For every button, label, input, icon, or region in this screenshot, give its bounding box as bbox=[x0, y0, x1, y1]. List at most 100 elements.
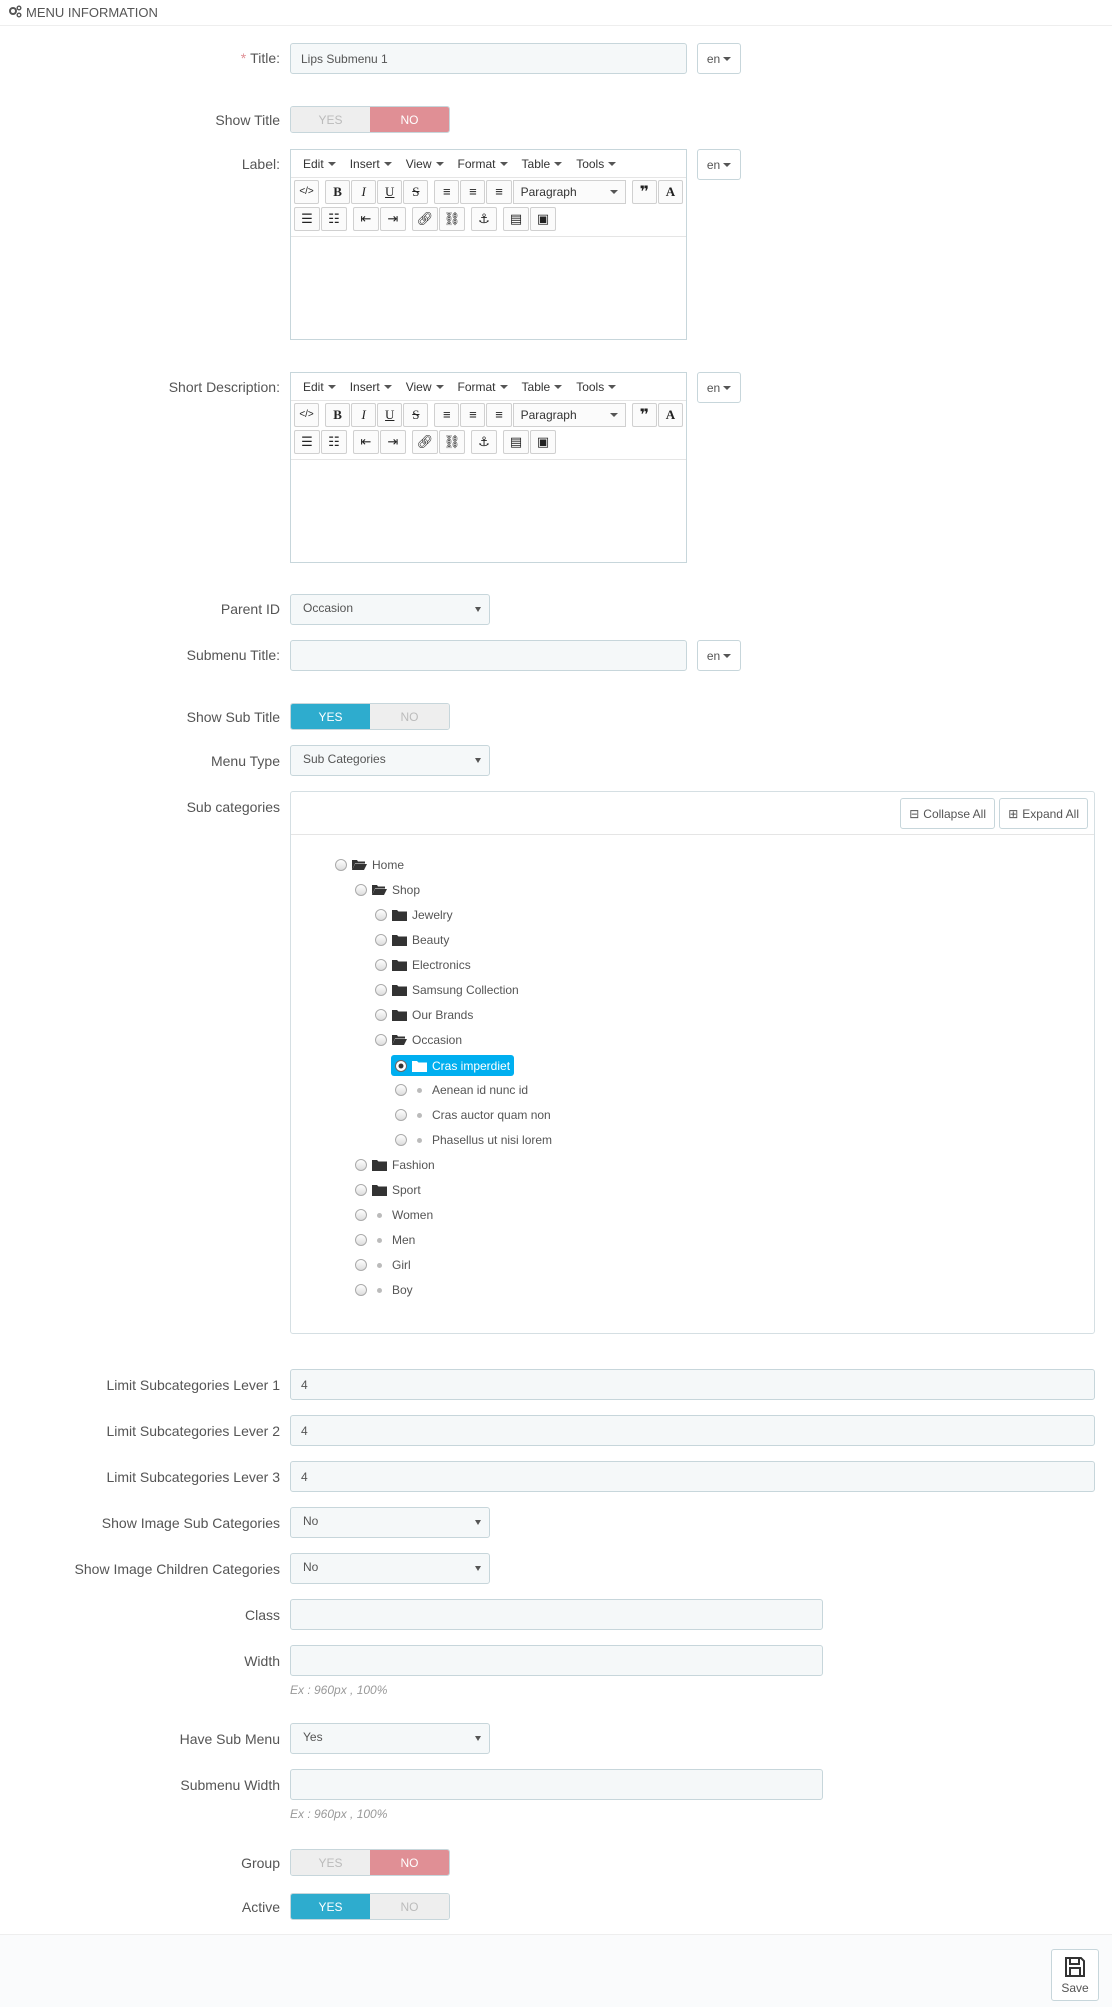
block-format-select[interactable]: Paragraph bbox=[512, 179, 626, 204]
collapse-all-button[interactable]: ⊟ Collapse All bbox=[900, 798, 995, 829]
short-description-editor[interactable]: Edit Insert View Format Table Tools </> … bbox=[290, 372, 687, 563]
block-format-select[interactable]: Paragraph bbox=[512, 402, 626, 427]
submenu-width-input[interactable] bbox=[290, 1769, 823, 1800]
group-no[interactable]: NO bbox=[370, 1850, 449, 1875]
radio[interactable] bbox=[375, 959, 387, 971]
show-image-children-select[interactable]: No bbox=[290, 1553, 490, 1584]
menu-edit[interactable]: Edit bbox=[297, 380, 342, 394]
radio[interactable] bbox=[395, 1134, 407, 1146]
bold-icon[interactable]: B bbox=[324, 179, 351, 204]
link-icon[interactable]: 🔗︎ bbox=[412, 429, 438, 454]
menu-table[interactable]: Table bbox=[516, 157, 569, 171]
tree-node-electronics[interactable]: Electronics bbox=[375, 955, 471, 975]
tree-node-sport[interactable]: Sport bbox=[355, 1180, 421, 1200]
class-input[interactable] bbox=[290, 1599, 823, 1630]
outdent-icon[interactable]: ⇤ bbox=[353, 429, 379, 454]
radio[interactable] bbox=[375, 1034, 387, 1046]
label-editor[interactable]: Edit Insert View Format Table Tools </> … bbox=[290, 149, 687, 340]
radio[interactable] bbox=[375, 984, 387, 996]
radio[interactable] bbox=[375, 934, 387, 946]
align-right-icon[interactable]: ≡ bbox=[486, 402, 512, 427]
short-description-lang-button[interactable]: en bbox=[697, 372, 741, 403]
radio[interactable] bbox=[395, 1084, 407, 1096]
radio[interactable] bbox=[355, 1234, 367, 1246]
blockquote-icon[interactable]: ❞ bbox=[631, 402, 657, 427]
bullet-list-icon[interactable]: ☰ bbox=[294, 429, 320, 454]
bold-icon[interactable]: B bbox=[324, 402, 351, 427]
align-right-icon[interactable]: ≡ bbox=[486, 179, 512, 204]
strikethrough-icon[interactable]: S bbox=[403, 402, 429, 427]
width-input[interactable] bbox=[290, 1645, 823, 1676]
menu-tools[interactable]: Tools bbox=[570, 380, 622, 394]
outdent-icon[interactable]: ⇤ bbox=[353, 206, 379, 231]
radio[interactable] bbox=[375, 909, 387, 921]
menu-tools[interactable]: Tools bbox=[570, 157, 622, 171]
menu-insert[interactable]: Insert bbox=[344, 157, 398, 171]
title-lang-button[interactable]: en bbox=[697, 43, 741, 74]
group-switch[interactable]: YES NO bbox=[290, 1849, 450, 1876]
radio[interactable] bbox=[355, 1284, 367, 1296]
indent-icon[interactable]: ⇥ bbox=[380, 206, 406, 231]
tree-node-girl[interactable]: Girl bbox=[355, 1255, 411, 1275]
numbered-list-icon[interactable]: ☷ bbox=[321, 206, 347, 231]
tree-node-boy[interactable]: Boy bbox=[355, 1280, 413, 1300]
anchor-icon[interactable]: ⚓︎ bbox=[471, 429, 497, 454]
radio[interactable] bbox=[335, 859, 347, 871]
image-icon[interactable]: ▣ bbox=[530, 429, 556, 454]
show-title-no[interactable]: NO bbox=[370, 107, 449, 132]
tree-node-beauty[interactable]: Beauty bbox=[375, 930, 449, 950]
underline-icon[interactable]: U bbox=[377, 402, 403, 427]
image-icon[interactable]: ▣ bbox=[530, 206, 556, 231]
show-sub-title-no[interactable]: NO bbox=[370, 704, 449, 729]
link-icon[interactable]: 🔗︎ bbox=[412, 206, 438, 231]
unlink-icon[interactable]: ⛓ bbox=[439, 206, 465, 231]
menu-table[interactable]: Table bbox=[516, 380, 569, 394]
tree-node-women[interactable]: Women bbox=[355, 1205, 433, 1225]
bullet-list-icon[interactable]: ☰ bbox=[294, 206, 320, 231]
align-center-icon[interactable]: ≡ bbox=[460, 179, 486, 204]
tree-node-jewelry[interactable]: Jewelry bbox=[375, 905, 453, 925]
anchor-icon[interactable]: ⚓︎ bbox=[471, 206, 497, 231]
limit-lever-2-input[interactable] bbox=[290, 1415, 1095, 1446]
unlink-icon[interactable]: ⛓ bbox=[439, 429, 465, 454]
tree-node-aenean[interactable]: Aenean id nunc id bbox=[395, 1080, 528, 1100]
limit-lever-3-input[interactable] bbox=[290, 1461, 1095, 1492]
radio[interactable] bbox=[375, 1009, 387, 1021]
show-sub-title-yes[interactable]: YES bbox=[291, 704, 370, 729]
tree-node-phasellus[interactable]: Phasellus ut nisi lorem bbox=[395, 1130, 552, 1150]
radio[interactable] bbox=[355, 1184, 367, 1196]
title-input[interactable] bbox=[290, 43, 687, 74]
active-no[interactable]: NO bbox=[370, 1894, 449, 1919]
italic-icon[interactable]: I bbox=[351, 402, 377, 427]
radio[interactable] bbox=[355, 1259, 367, 1271]
underline-icon[interactable]: U bbox=[377, 179, 403, 204]
numbered-list-icon[interactable]: ☷ bbox=[321, 429, 347, 454]
group-yes[interactable]: YES bbox=[291, 1850, 370, 1875]
radio[interactable] bbox=[355, 1159, 367, 1171]
text-color-icon[interactable]: A bbox=[657, 402, 683, 427]
submenu-title-input[interactable] bbox=[290, 640, 687, 671]
align-left-icon[interactable]: ≡ bbox=[434, 402, 460, 427]
radio-checked[interactable] bbox=[395, 1059, 407, 1072]
active-yes[interactable]: YES bbox=[291, 1894, 370, 1919]
blockquote-icon[interactable]: ❞ bbox=[631, 179, 657, 204]
tree-node-cras-auctor[interactable]: Cras auctor quam non bbox=[395, 1105, 551, 1125]
menu-type-select[interactable]: Sub Categories bbox=[290, 745, 490, 776]
media-icon[interactable]: ▤ bbox=[503, 429, 529, 454]
label-editor-content[interactable] bbox=[291, 236, 686, 339]
indent-icon[interactable]: ⇥ bbox=[380, 429, 406, 454]
label-lang-button[interactable]: en bbox=[697, 149, 741, 180]
have-sub-menu-select[interactable]: Yes bbox=[290, 1723, 490, 1754]
align-center-icon[interactable]: ≡ bbox=[460, 402, 486, 427]
parent-id-select[interactable]: Occasion bbox=[290, 594, 490, 625]
strikethrough-icon[interactable]: S bbox=[403, 179, 429, 204]
menu-view[interactable]: View bbox=[400, 157, 450, 171]
menu-insert[interactable]: Insert bbox=[344, 380, 398, 394]
show-sub-title-switch[interactable]: YES NO bbox=[290, 703, 450, 730]
text-color-icon[interactable]: A bbox=[657, 179, 683, 204]
limit-lever-1-input[interactable] bbox=[290, 1369, 1095, 1400]
radio[interactable] bbox=[355, 884, 367, 896]
tree-node-occasion[interactable]: Occasion bbox=[375, 1030, 462, 1050]
short-description-editor-content[interactable] bbox=[291, 459, 686, 562]
menu-view[interactable]: View bbox=[400, 380, 450, 394]
